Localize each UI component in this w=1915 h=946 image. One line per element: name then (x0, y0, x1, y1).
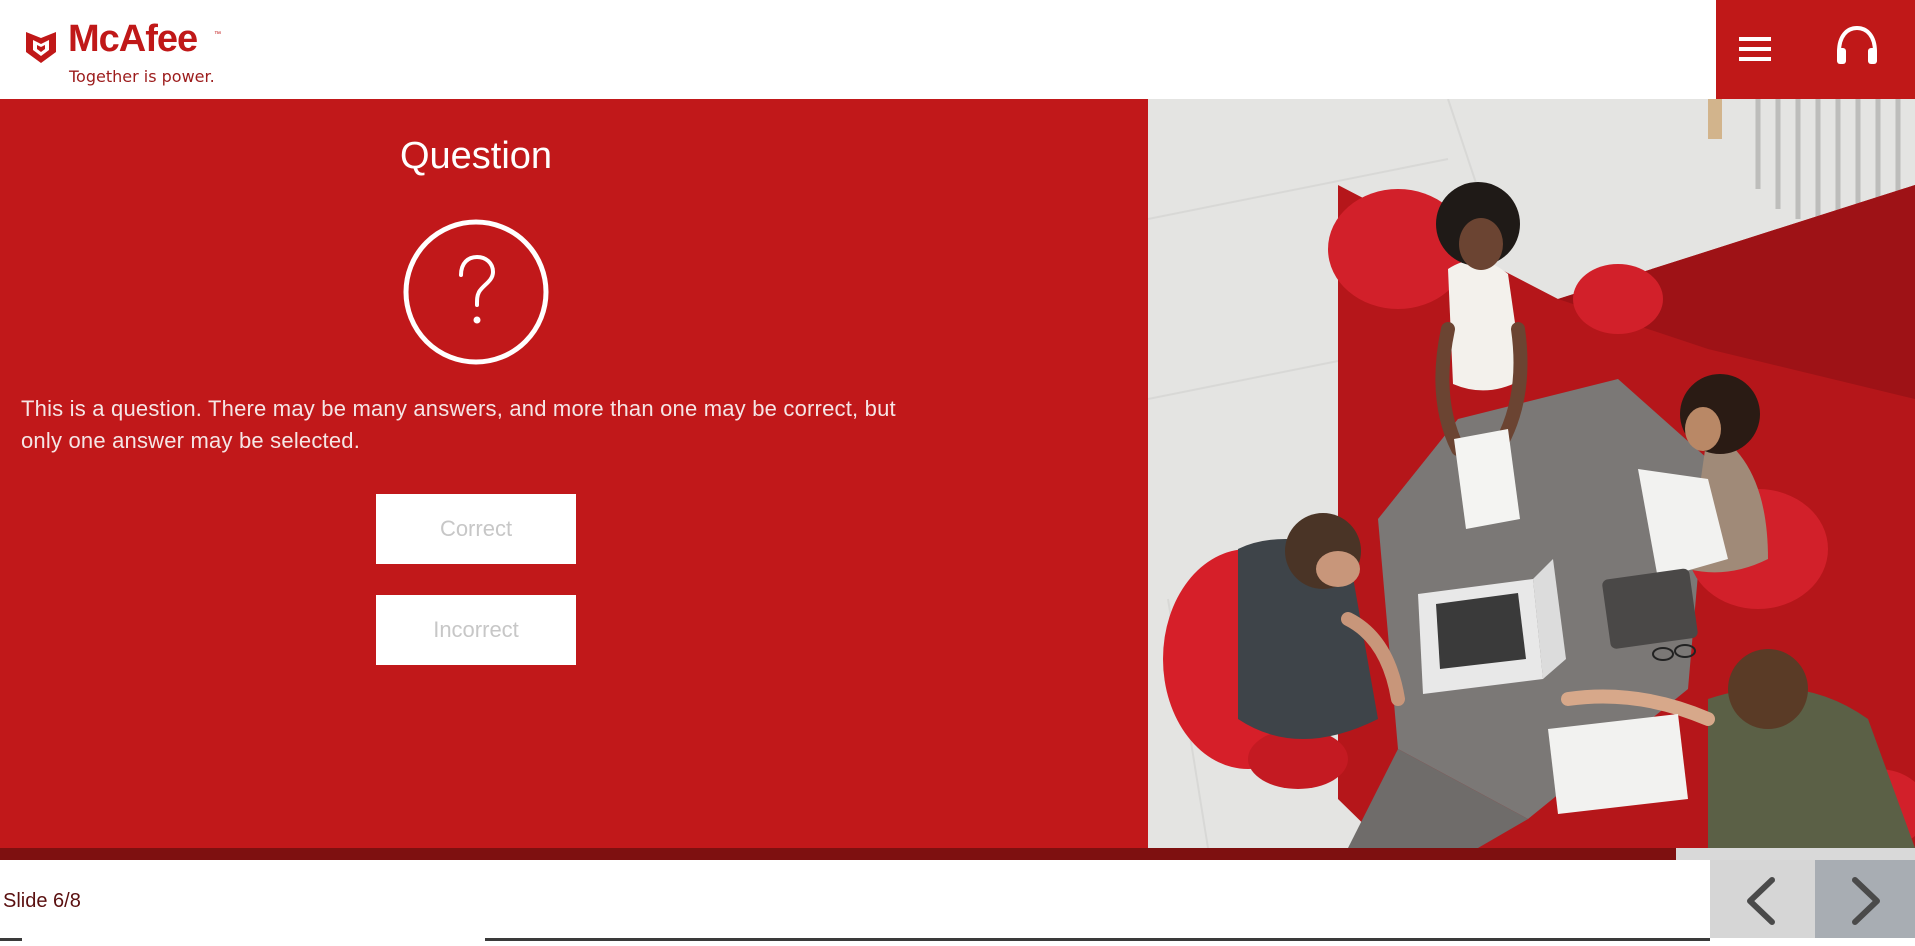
mcafee-shield-icon (26, 32, 56, 63)
mcafee-logo: McAfee ™ Together is power. (24, 20, 244, 90)
headphones-icon (1837, 25, 1877, 64)
footer: Slide 6/8 (0, 860, 1915, 941)
progress-bar-fill (0, 848, 1676, 860)
header-controls (1716, 0, 1915, 99)
photo-illustration (1148, 99, 1915, 848)
answer-option-incorrect[interactable]: Incorrect (376, 595, 576, 665)
team-meeting-photo (1148, 99, 1915, 848)
progress-bar (0, 848, 1915, 860)
next-slide-button[interactable] (1815, 860, 1915, 941)
brand-tagline: Together is power. (69, 67, 215, 86)
menu-button[interactable] (1730, 24, 1780, 74)
chevron-right-icon (1852, 877, 1880, 925)
brand-name: McAfee (68, 18, 198, 60)
audio-button[interactable] (1832, 22, 1882, 72)
chevron-left-icon (1747, 877, 1775, 925)
previous-slide-button[interactable] (1710, 860, 1815, 941)
question-mark-icon (403, 219, 549, 365)
trademark-symbol: ™ (214, 31, 221, 38)
answer-option-correct[interactable]: Correct (376, 494, 576, 564)
header: McAfee ™ Together is power. (0, 0, 1915, 99)
question-title: Question (399, 135, 553, 177)
slide-counter: Slide 6/8 (3, 890, 81, 912)
question-panel (0, 99, 1148, 848)
hamburger-menu-icon (1739, 37, 1771, 61)
question-text: This is a question. There may be many an… (21, 396, 896, 453)
